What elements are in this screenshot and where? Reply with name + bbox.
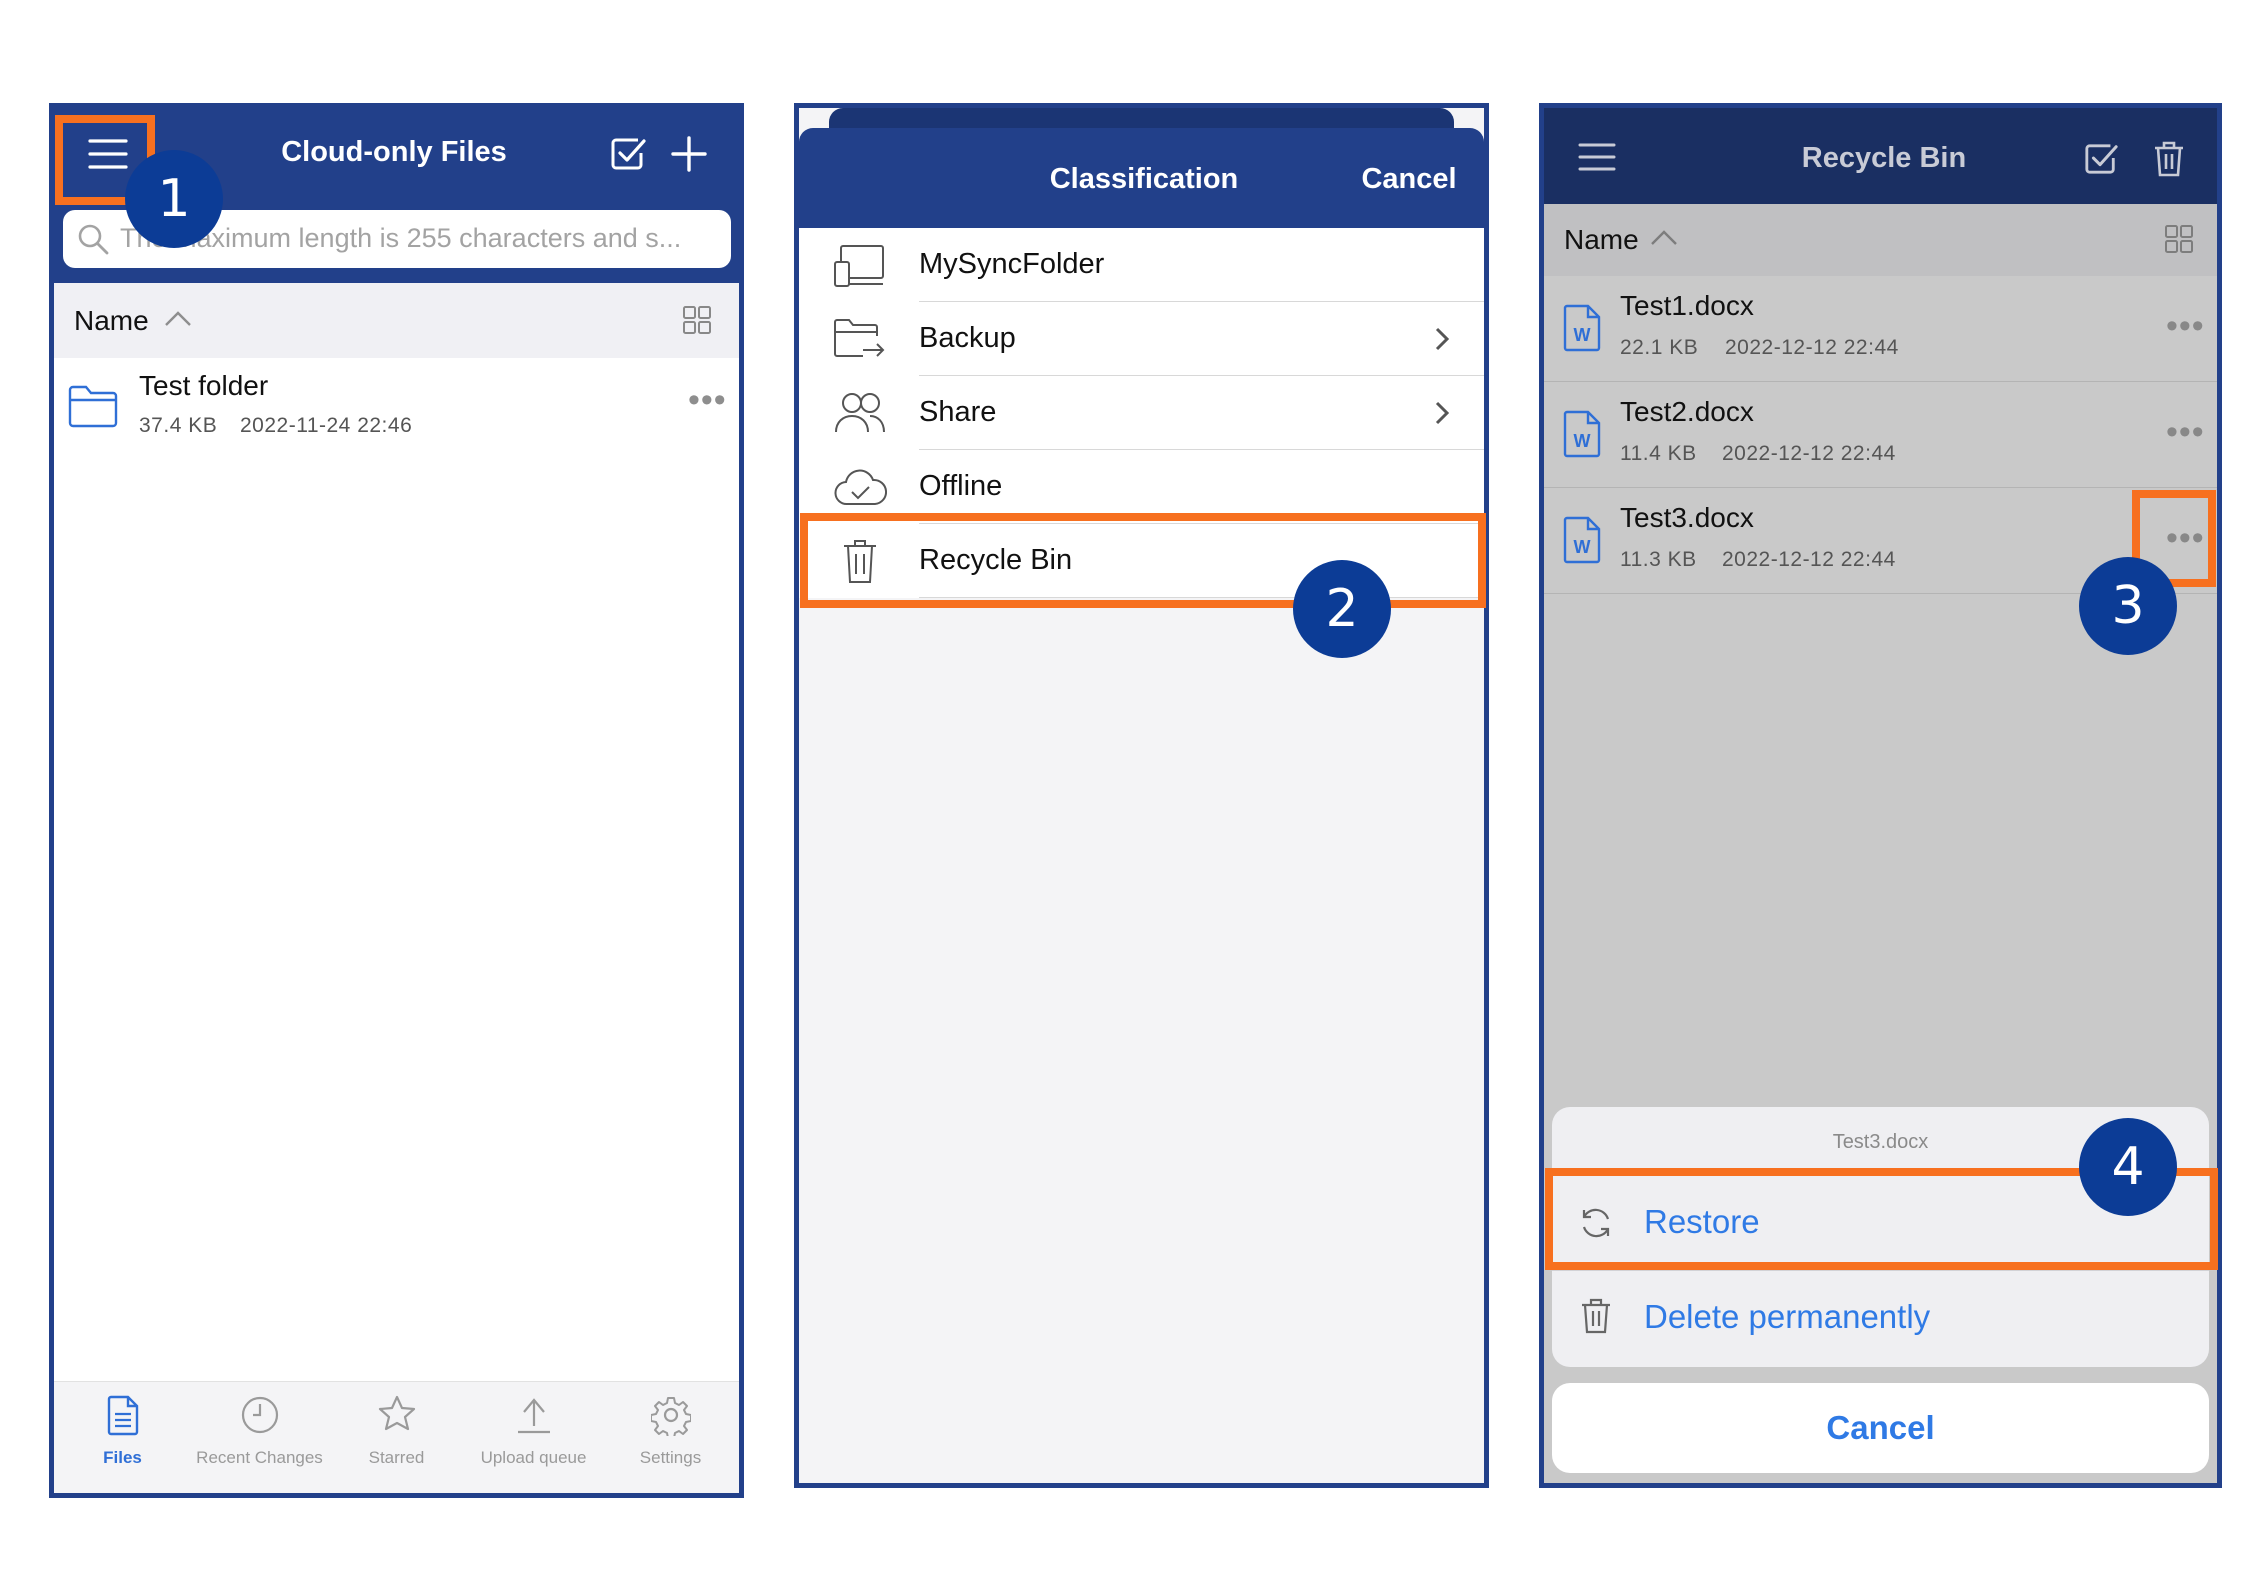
chevron-right-icon	[1434, 326, 1450, 352]
tab-recent-changes[interactable]: Recent Changes	[191, 1382, 328, 1493]
tab-label: Settings	[639, 1448, 702, 1467]
more-options-icon[interactable]: •••	[688, 383, 727, 417]
device-icon	[833, 240, 887, 290]
svg-text:W: W	[1574, 325, 1591, 345]
step2-badge: 2	[1293, 560, 1391, 658]
list-item-mysyncfolder[interactable]: MySyncFolder	[799, 228, 1484, 302]
step4-badge: 4	[2079, 1118, 2177, 1216]
item-label: MySyncFolder	[919, 248, 1105, 280]
cancel-button[interactable]: Cancel	[1552, 1383, 2209, 1473]
tab-label: Files	[103, 1448, 142, 1467]
delete-permanently-button[interactable]: Delete permanently	[1552, 1271, 2209, 1365]
add-icon[interactable]	[671, 136, 707, 172]
item-label: Share	[919, 396, 997, 428]
file-size: 11.4 KB	[1620, 442, 1697, 465]
classification-screen: Classification Cancel MySyncFolder Backu…	[794, 103, 1489, 1488]
file-date: 2022-11-24 22:46	[240, 414, 413, 437]
word-doc-icon: W	[1562, 304, 1602, 352]
tab-label: Starred	[368, 1448, 425, 1467]
cloud-files-screen: Cloud-only Files The maximum length is 2…	[49, 103, 744, 1498]
tab-settings[interactable]: Settings	[602, 1382, 739, 1493]
file-date: 2022-12-12 22:44	[1722, 548, 1896, 571]
list-item[interactable]: W Test1.docx 22.1 KB 2022-12-12 22:44 ••…	[1544, 276, 2217, 382]
file-name: Test3.docx	[1620, 502, 1754, 533]
gear-icon	[650, 1394, 691, 1436]
star-icon	[377, 1394, 417, 1436]
tab-label: Recent Changes	[196, 1448, 323, 1467]
tab-bar: Files Recent Changes Starred Upload queu…	[54, 1381, 739, 1493]
trash-icon[interactable]	[2152, 140, 2186, 178]
navigation-bar: Classification Cancel	[799, 128, 1484, 228]
list-item[interactable]: W Test2.docx 11.4 KB 2022-12-12 22:44 ••…	[1544, 382, 2217, 488]
list-item[interactable]: Test folder 37.4 KB 2022-11-24 22:46 •••	[54, 358, 739, 463]
svg-text:W: W	[1574, 431, 1591, 451]
people-icon	[833, 388, 887, 438]
file-size: 11.3 KB	[1620, 548, 1697, 571]
backup-folder-icon	[833, 314, 887, 364]
navigation-bar: Recycle Bin	[1544, 108, 2217, 204]
upload-icon	[514, 1394, 554, 1436]
page-title: Recycle Bin	[1801, 142, 1967, 174]
tab-upload-queue[interactable]: Upload queue	[465, 1382, 602, 1493]
sort-by-name[interactable]: Name	[1564, 224, 1639, 256]
recycle-bin-screen: Recycle Bin Name W Test1.docx 22.1 KB 20…	[1539, 103, 2222, 1488]
hamburger-menu-icon[interactable]	[1578, 142, 1616, 172]
chevron-right-icon	[1434, 400, 1450, 426]
file-name: Test folder	[139, 370, 269, 401]
cancel-button[interactable]: Cancel	[1339, 163, 1479, 196]
clock-icon	[240, 1394, 280, 1436]
sort-bar: Name	[54, 283, 739, 358]
list-item-share[interactable]: Share	[799, 376, 1484, 450]
more-options-icon[interactable]: •••	[2166, 309, 2205, 343]
svg-text:W: W	[1574, 537, 1591, 557]
item-label: Offline	[919, 470, 1003, 502]
cloud-check-icon	[833, 462, 887, 512]
select-checkbox-icon[interactable]	[610, 136, 646, 172]
sort-by-name[interactable]: Name	[74, 305, 149, 337]
grid-view-icon[interactable]	[682, 305, 712, 335]
delete-permanently-label: Delete permanently	[1644, 1298, 1931, 1335]
document-icon	[103, 1394, 143, 1436]
file-size: 22.1 KB	[1620, 336, 1699, 359]
search-icon	[77, 223, 109, 255]
step3-badge: 3	[2079, 557, 2177, 655]
cancel-label: Cancel	[1826, 1409, 1935, 1446]
tab-files[interactable]: Files	[54, 1382, 191, 1493]
tab-starred[interactable]: Starred	[328, 1382, 465, 1493]
word-doc-icon: W	[1562, 516, 1602, 564]
sort-ascending-icon[interactable]	[164, 309, 192, 327]
file-name: Test2.docx	[1620, 396, 1754, 427]
select-checkbox-icon[interactable]	[2084, 142, 2118, 176]
tab-label: Upload queue	[480, 1448, 587, 1467]
file-name: Test1.docx	[1620, 290, 1754, 321]
step1-badge: 1	[125, 150, 223, 248]
file-date: 2022-12-12 22:44	[1722, 442, 1896, 465]
folder-icon	[68, 384, 118, 428]
file-size: 37.4 KB	[139, 414, 218, 437]
sort-bar: Name	[1544, 204, 2217, 276]
page-title: Cloud-only Files	[281, 136, 507, 168]
item-label: Backup	[919, 322, 1016, 354]
trash-icon	[1580, 1297, 1612, 1335]
sort-ascending-icon[interactable]	[1650, 228, 1678, 246]
list-item-backup[interactable]: Backup	[799, 302, 1484, 376]
file-date: 2022-12-12 22:44	[1725, 336, 1899, 359]
word-doc-icon: W	[1562, 410, 1602, 458]
grid-view-icon[interactable]	[2164, 224, 2194, 254]
page-title: Classification	[1049, 163, 1239, 195]
more-options-icon[interactable]: •••	[2166, 415, 2205, 449]
